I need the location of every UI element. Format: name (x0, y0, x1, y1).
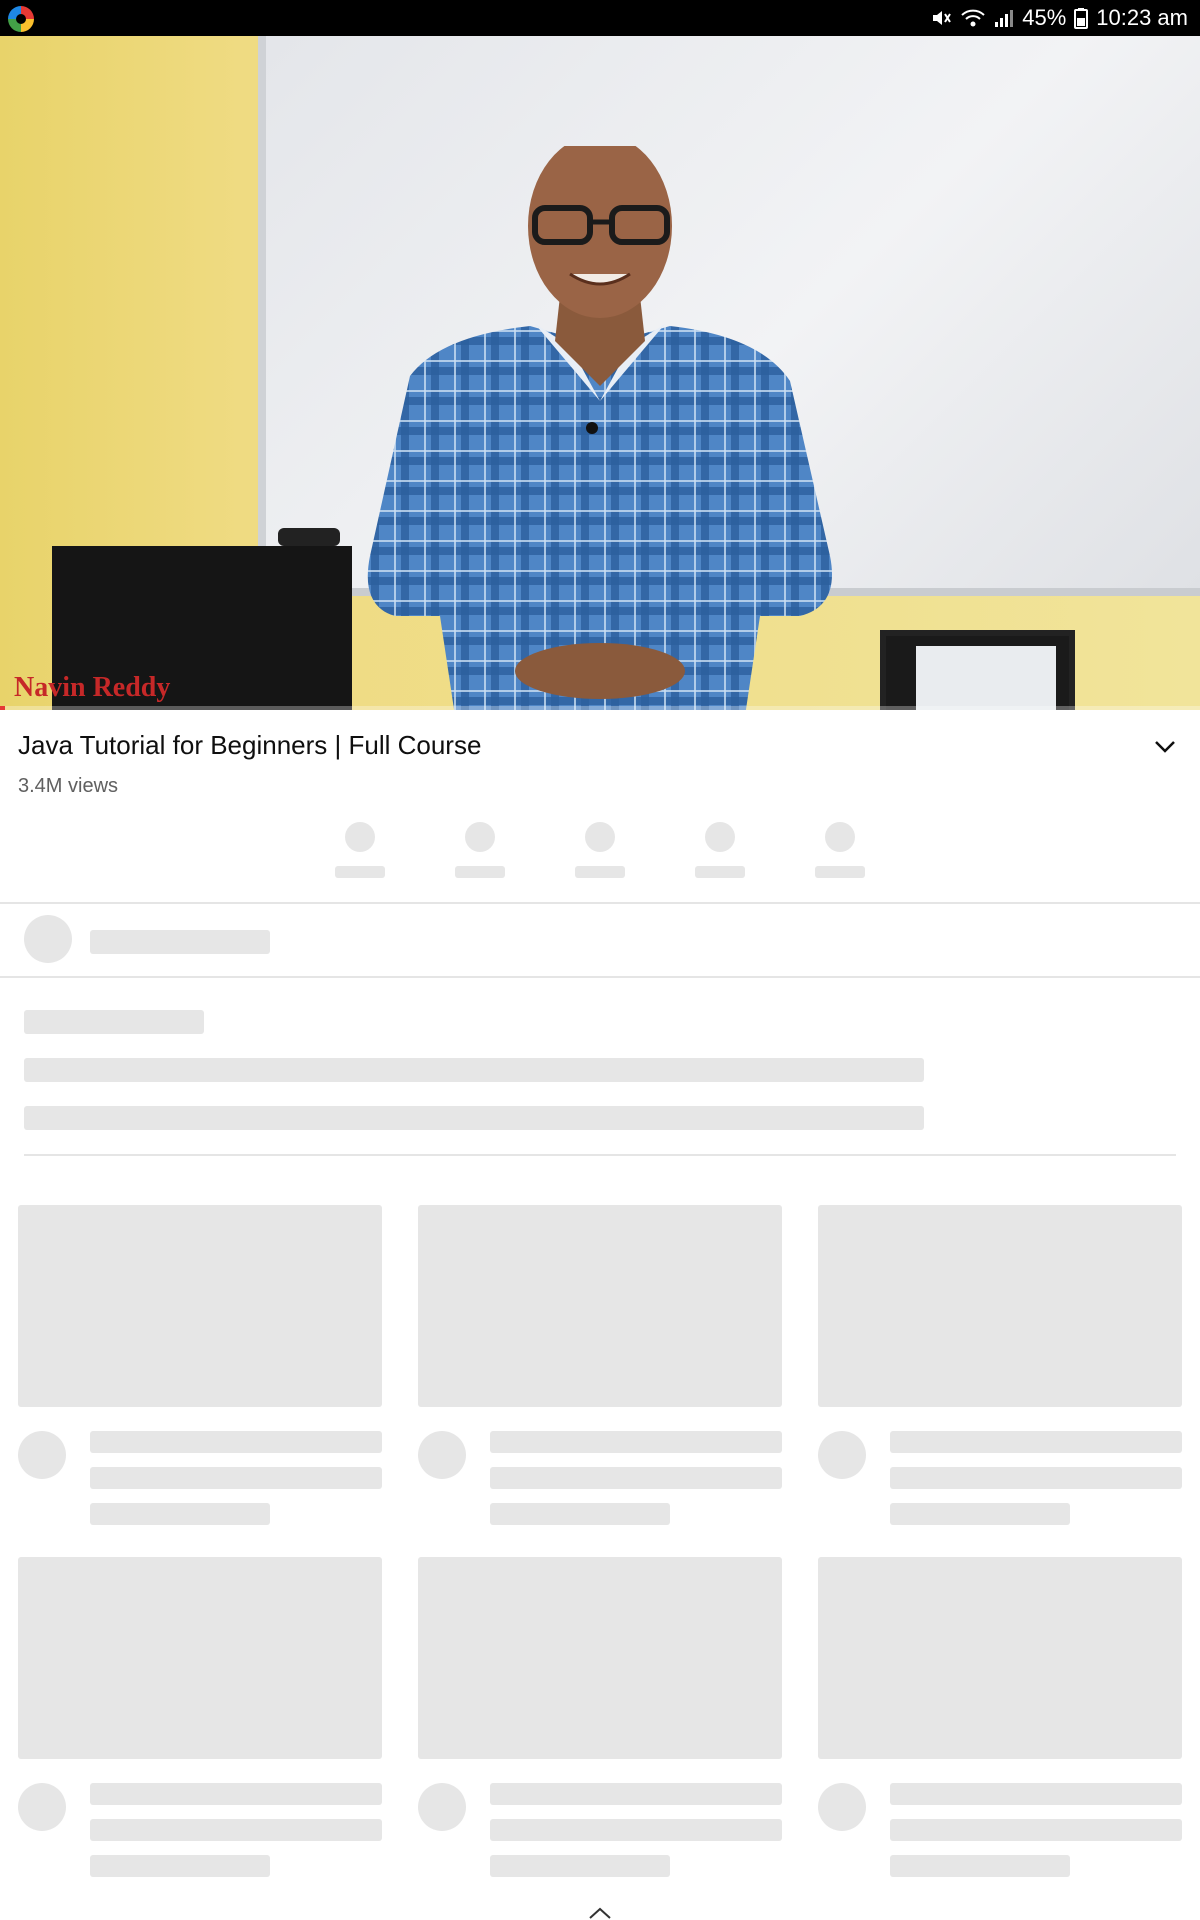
channel-name-placeholder (90, 930, 270, 954)
divider (24, 1154, 1176, 1156)
clock: 10:23 am (1096, 5, 1188, 30)
video-progress-bar[interactable] (0, 706, 1200, 710)
description-line-placeholder (24, 1106, 924, 1130)
battery-icon (1074, 7, 1089, 29)
battery-percent: 45% (1022, 5, 1067, 30)
description-line-placeholder (24, 1058, 924, 1082)
app-launcher-icon (8, 6, 34, 32)
action-button-placeholder (575, 822, 625, 880)
video-progress-played (0, 706, 5, 710)
chevron-up-icon (589, 1907, 611, 1919)
video-card-placeholder (18, 1205, 382, 1535)
wifi-icon (960, 7, 986, 29)
channel-avatar-placeholder (24, 915, 72, 963)
divider (0, 976, 1200, 978)
expand-description-button[interactable] (1148, 730, 1182, 764)
channel-watermark: Navin Reddy (14, 672, 171, 703)
signal-icon (994, 7, 1014, 29)
action-button-placeholder (455, 822, 505, 880)
video-card-placeholder (418, 1557, 782, 1887)
chevron-down-icon (1155, 741, 1175, 753)
video-title: Java Tutorial for Beginners | Full Cours… (18, 730, 482, 760)
divider (0, 902, 1200, 904)
view-count: 3.4M views (18, 775, 119, 797)
video-card-placeholder (418, 1205, 782, 1535)
action-button-placeholder (335, 822, 385, 880)
action-button-placeholder (815, 822, 865, 880)
status-indicators: 45% 10:23 am (930, 0, 1188, 36)
video-card-placeholder (18, 1557, 382, 1887)
video-player[interactable]: Navin Reddy (0, 36, 1200, 710)
presenter-image (367, 146, 833, 710)
description-heading-placeholder (24, 1010, 204, 1034)
video-card-placeholder (818, 1205, 1182, 1535)
mute-icon (930, 7, 952, 29)
action-button-placeholder (695, 822, 745, 880)
video-card-placeholder (818, 1557, 1182, 1887)
status-bar: 45% 10:23 am (0, 0, 1200, 36)
